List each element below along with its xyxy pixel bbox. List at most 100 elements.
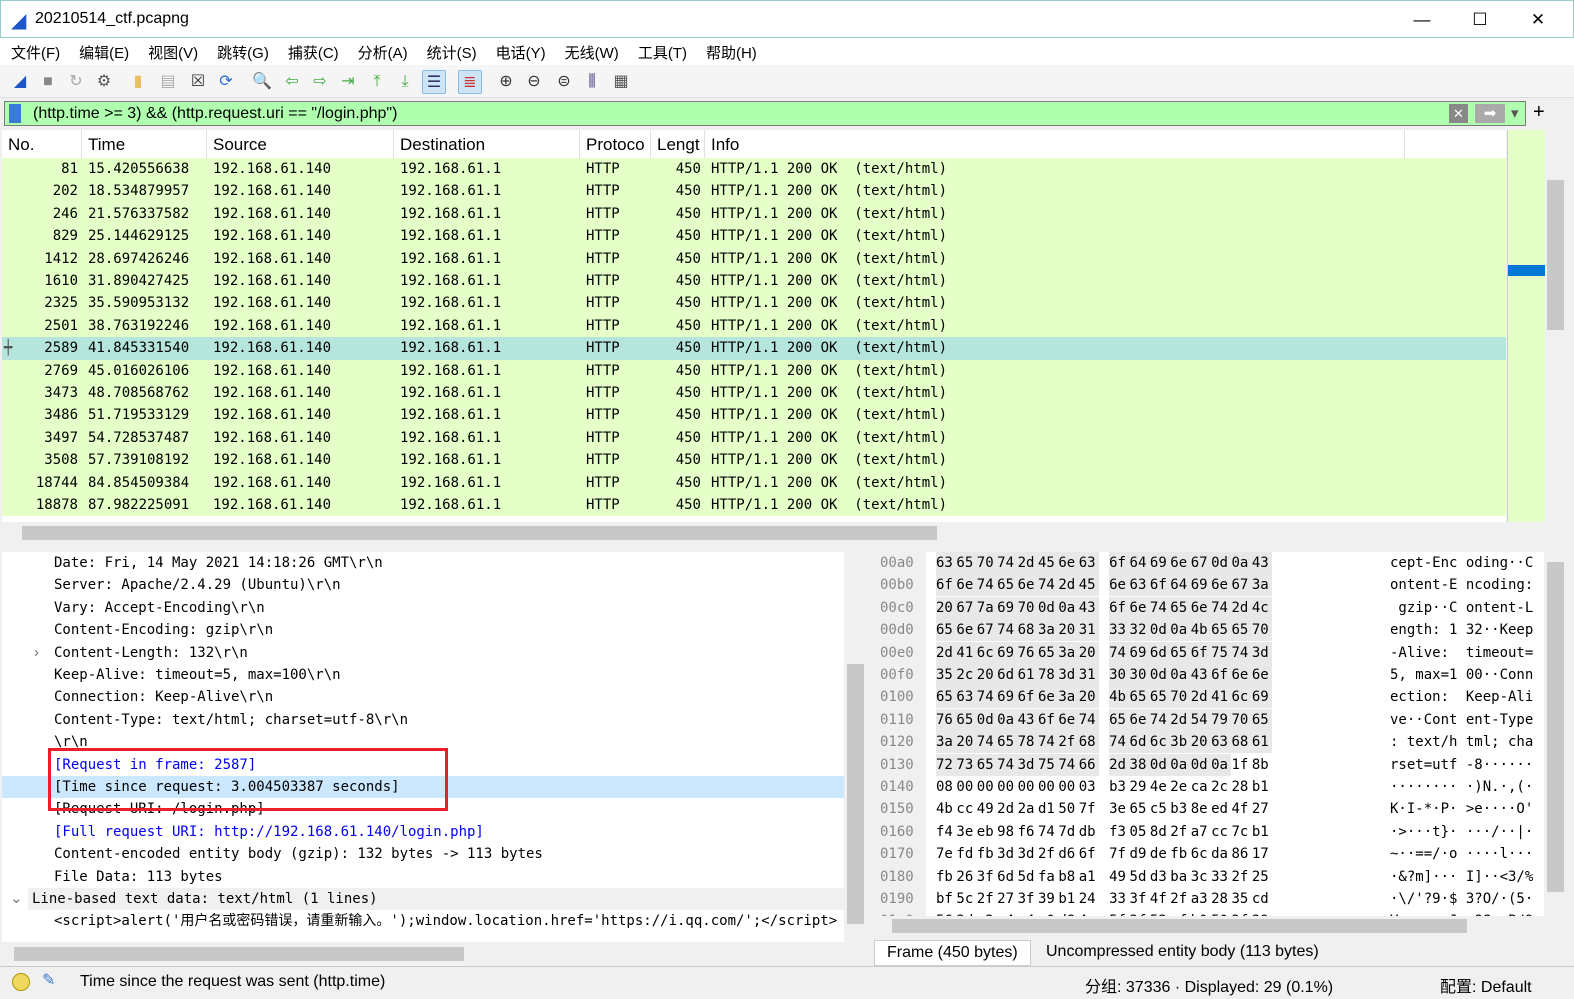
close-button[interactable]: ✕ xyxy=(1515,5,1561,35)
hex-byte[interactable]: 00 xyxy=(997,776,1017,798)
packet-row[interactable]: 246 21.576337582 192.168.61.140 192.168.61.… xyxy=(2,202,1506,226)
hex-byte[interactable]: 32 xyxy=(1129,619,1150,642)
hex-byte[interactable]: 74 xyxy=(976,574,998,597)
hex-bytes[interactable]: 2d 41 6c 69 76 65 3a 20 74 69 6d 65 6f 75 74 3d xyxy=(936,641,1273,664)
hex-byte[interactable]: 4c xyxy=(1251,596,1273,619)
hex-byte[interactable]: 05 xyxy=(1130,821,1150,843)
hex-byte[interactable]: b8 xyxy=(1058,866,1078,888)
detail-line[interactable]: Line-based text data: text/html (1 lines… xyxy=(28,888,844,911)
hex-byte[interactable]: 6e xyxy=(1129,596,1150,619)
hex-byte[interactable]: 2d xyxy=(1058,574,1079,597)
hex-byte[interactable]: ba xyxy=(1170,866,1190,888)
hex-byte[interactable]: 00 xyxy=(956,776,976,798)
hex-ascii[interactable]: : text/h tml; cha xyxy=(1390,731,1533,753)
hex-byte[interactable]: 4e xyxy=(1150,776,1170,798)
hex-byte[interactable]: fd xyxy=(956,843,976,865)
packet-row[interactable]: 3486 51.719533129 192.168.61.140 192.168.61… xyxy=(2,404,1506,427)
hex-byte[interactable]: 6e xyxy=(1058,552,1079,574)
hex-byte[interactable]: 7a xyxy=(976,596,998,619)
hex-byte[interactable]: 00 xyxy=(977,776,997,798)
hex-byte[interactable]: 69 xyxy=(1129,641,1150,664)
hex-byte[interactable]: 69 xyxy=(1149,552,1171,574)
hex-byte[interactable]: 3d xyxy=(997,843,1017,865)
hex-byte[interactable]: 74 xyxy=(997,753,1018,776)
menu-item[interactable]: 统计(S) xyxy=(416,38,485,63)
detail-text[interactable]: [Full request URI: http://192.168.61.140… xyxy=(54,821,484,843)
column-header-time[interactable]: Time xyxy=(82,130,207,158)
hex-byte[interactable]: 3f xyxy=(977,866,997,888)
detail-line[interactable]: Content-encoded entity body (gzip): 132 … xyxy=(2,843,844,865)
hex-ascii[interactable]: ve··Cont ent-Type xyxy=(1390,709,1533,731)
hex-byte[interactable]: 3d xyxy=(1058,664,1079,686)
hex-ascii[interactable]: ~··==/·o ····l··· xyxy=(1390,843,1533,865)
hex-byte[interactable]: 0a xyxy=(1170,619,1191,642)
colorize-icon[interactable]: ≣ xyxy=(458,70,482,94)
hex-byte[interactable]: 43 xyxy=(1017,708,1038,731)
hex-byte[interactable]: fb xyxy=(1170,843,1190,865)
hex-byte[interactable]: 68 xyxy=(1017,619,1038,642)
hex-byte[interactable]: 6e xyxy=(956,619,977,642)
hex-byte[interactable]: 67 xyxy=(1190,552,1212,574)
hex-byte[interactable]: 17 xyxy=(1252,843,1272,865)
hex-byte[interactable]: 39 xyxy=(1038,888,1058,910)
hex-byte[interactable]: 6e xyxy=(956,574,977,597)
hex-byte[interactable]: 6d xyxy=(997,866,1017,888)
hex-ascii[interactable]: cept-Enc oding··C xyxy=(1390,552,1533,574)
hex-byte[interactable]: 2c xyxy=(956,664,977,686)
hex-byte[interactable]: 65 xyxy=(956,708,977,731)
apply-filter-icon[interactable]: ➡ xyxy=(1475,104,1505,123)
detail-line[interactable]: Keep-Alive: timeout=5, max=100\r\n xyxy=(2,664,844,686)
detail-line[interactable]: Content-Encoding: gzip\r\n xyxy=(2,619,844,641)
scroll-thumb[interactable] xyxy=(847,664,864,924)
packet-row[interactable]: 829 25.144629125 192.168.61.140 192.168.61.… xyxy=(2,225,1506,248)
hex-byte[interactable]: 74 xyxy=(1109,731,1130,754)
hex-byte[interactable]: 2f xyxy=(1170,888,1190,910)
column-header-length[interactable]: Lengt xyxy=(651,130,705,158)
hex-byte[interactable]: 43 xyxy=(1190,664,1212,686)
hex-byte[interactable]: 20 xyxy=(1078,686,1100,709)
hex-ascii[interactable]: ·\/'?9·$ 3?O/·(5· xyxy=(1390,888,1533,910)
hex-byte[interactable]: cc xyxy=(1211,821,1231,843)
hex-byte[interactable]: 65 xyxy=(1170,596,1191,619)
detail-line[interactable]: <script>alert('用户名或密码错误，请重新输入。');window.… xyxy=(2,910,844,932)
hex-byte[interactable]: bf xyxy=(936,888,956,910)
menu-item[interactable]: 视图(V) xyxy=(137,38,206,63)
scroll-thumb[interactable] xyxy=(22,526,937,540)
hex-byte[interactable]: 2d xyxy=(1190,686,1212,709)
packet-row[interactable]: 2769 45.016026106 192.168.61.140 192.168.61… xyxy=(2,359,1506,382)
hex-byte[interactable]: 33 xyxy=(1109,888,1129,910)
hex-byte[interactable]: 5d xyxy=(1018,866,1038,888)
hex-byte[interactable]: 35 xyxy=(936,664,957,686)
hex-byte[interactable]: 4f xyxy=(1150,888,1170,910)
details-vscrollbar[interactable] xyxy=(845,552,866,942)
maximize-button[interactable]: ☐ xyxy=(1457,5,1503,35)
go-to-packet-icon[interactable]: ⇥ xyxy=(336,70,360,94)
layout-icon[interactable]: ▦ xyxy=(609,70,633,94)
hex-byte[interactable]: 3b xyxy=(1170,731,1191,754)
hex-byte[interactable]: 43 xyxy=(1251,552,1273,574)
hex-byte[interactable]: 74 xyxy=(1038,821,1058,843)
menu-item[interactable]: 编辑(E) xyxy=(68,38,137,63)
autoscroll-icon[interactable]: ☰ xyxy=(422,70,446,94)
hex-ascii[interactable]: K·I-*·P· >e····O' xyxy=(1390,798,1533,820)
scroll-thumb[interactable] xyxy=(892,919,1467,933)
add-filter-button[interactable]: + xyxy=(1533,101,1545,124)
hex-byte[interactable]: 28 xyxy=(1211,888,1231,910)
hex-byte[interactable]: 73 xyxy=(956,753,977,776)
hex-byte[interactable]: 2f xyxy=(1038,843,1058,865)
stop-icon[interactable]: ■ xyxy=(36,70,60,94)
hex-byte[interactable]: fa xyxy=(1038,866,1058,888)
display-filter-input[interactable]: (http.time >= 3) && (http.request.uri ==… xyxy=(33,105,397,123)
hex-byte[interactable]: a1 xyxy=(1079,866,1099,888)
hex-byte[interactable]: 2c xyxy=(1211,776,1231,798)
hex-byte[interactable]: 65 xyxy=(1170,641,1191,664)
hex-byte[interactable]: 28 xyxy=(1231,776,1251,798)
hex-byte[interactable]: 54 xyxy=(1190,708,1212,731)
shark-fin-start-icon[interactable]: ◢ xyxy=(8,70,32,94)
hex-byte[interactable]: b1 xyxy=(1058,888,1078,910)
hex-byte[interactable]: 31 xyxy=(1078,664,1100,686)
hex-byte[interactable]: 74 xyxy=(1058,753,1079,776)
hex-byte[interactable]: 74 xyxy=(1109,641,1130,664)
detail-line[interactable]: Vary: Accept-Encoding\r\n xyxy=(2,597,844,619)
hex-byte[interactable]: 30 xyxy=(1109,664,1130,686)
